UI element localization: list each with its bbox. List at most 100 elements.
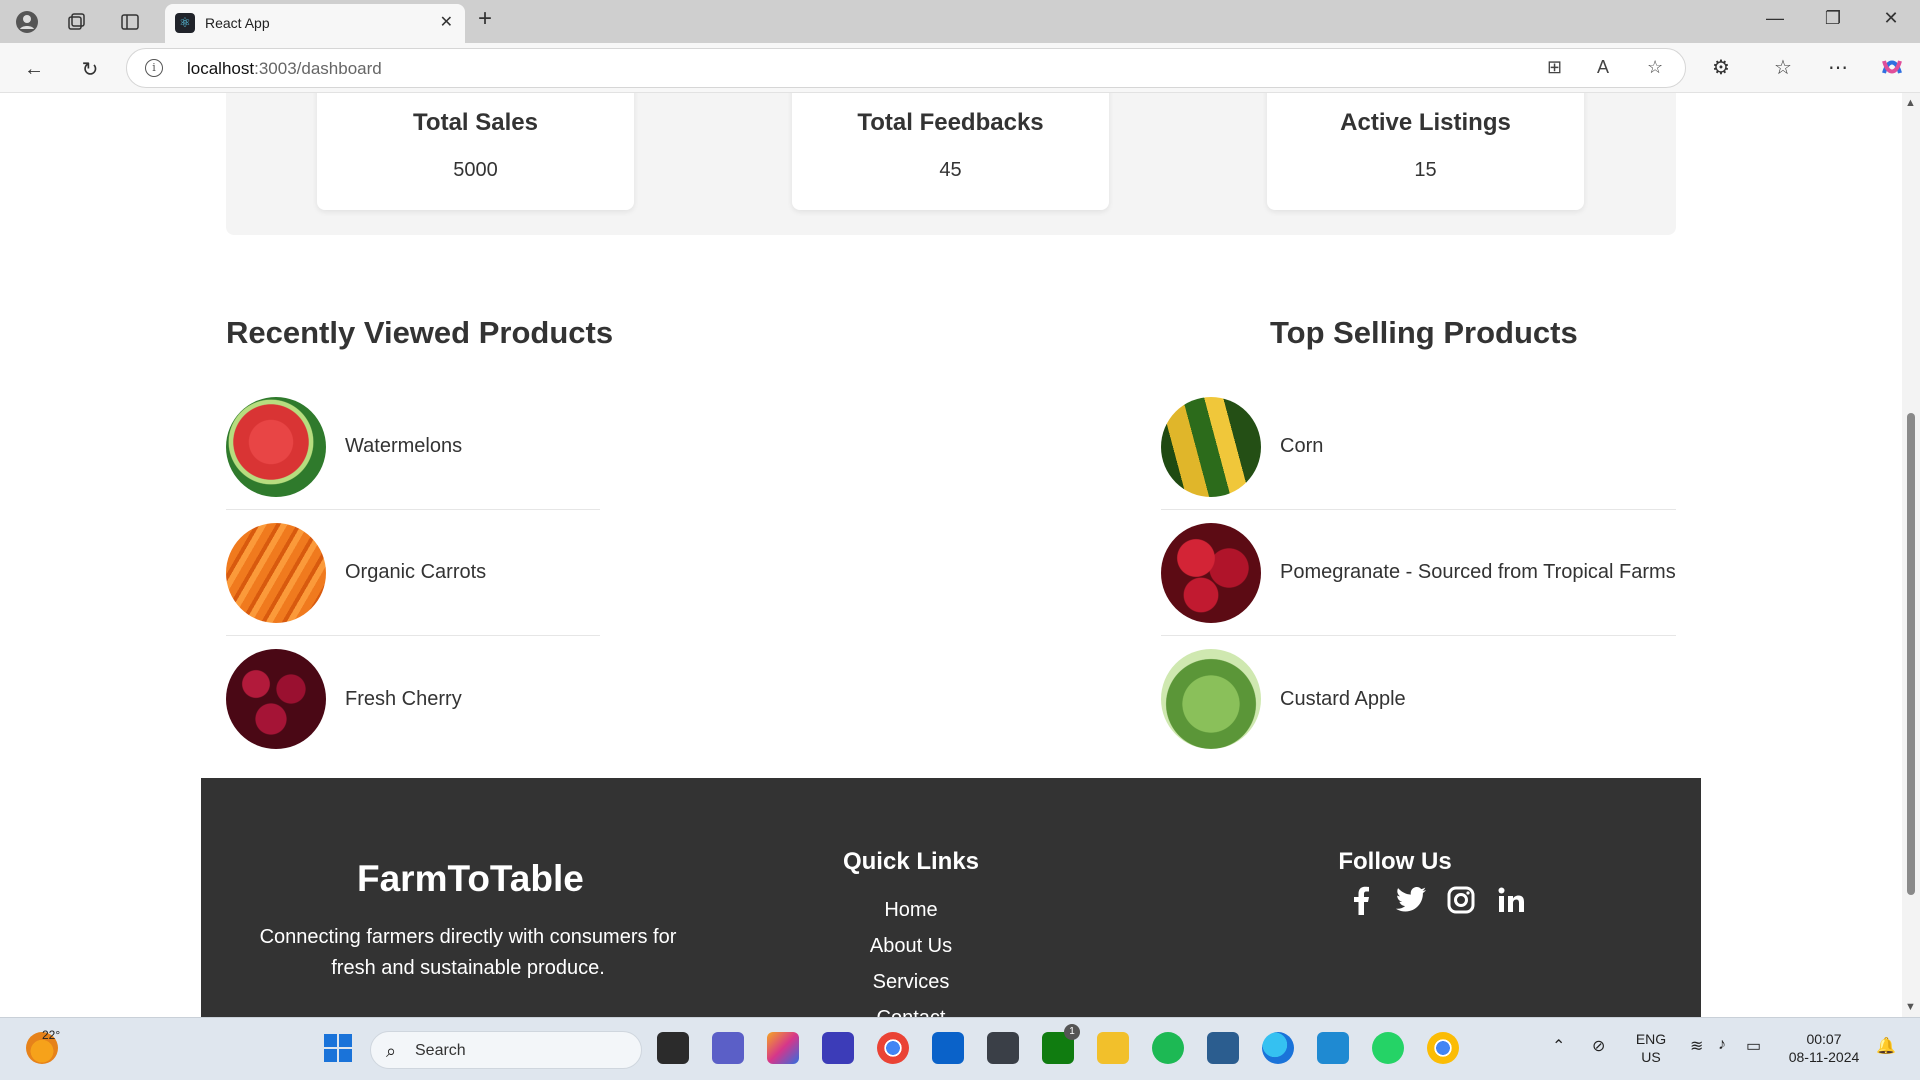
social-links	[1345, 884, 1527, 916]
stat-card-total-feedbacks: Total Feedbacks 45	[792, 93, 1109, 210]
list-item[interactable]: Custard Apple	[1161, 636, 1676, 762]
scroll-thumb[interactable]	[1907, 413, 1915, 895]
footer-tagline: Connecting farmers directly with consume…	[259, 926, 677, 979]
quick-links-title: Quick Links	[842, 848, 980, 875]
scroll-up-arrow-icon[interactable]: ▲	[1905, 97, 1916, 109]
address-bar[interactable]: i localhost:3003/dashboard ⊞ A ☆	[126, 48, 1686, 88]
stat-label: Total Feedbacks	[857, 109, 1044, 136]
restore-icon[interactable]: ❐	[1818, 8, 1848, 29]
start-windows-icon[interactable]	[322, 1032, 354, 1064]
notification-bell-icon[interactable]: 🔔	[1876, 1036, 1896, 1056]
footer-link-about[interactable]: About Us	[761, 928, 1061, 964]
app-icon[interactable]	[822, 1032, 854, 1064]
close-window-icon[interactable]: ✕	[1876, 8, 1906, 29]
refresh-icon[interactable]: ↻	[76, 55, 104, 83]
stat-card-active-listings: Active Listings 15	[1267, 93, 1584, 210]
footer-link-services[interactable]: Services	[761, 964, 1061, 1000]
favorites-icon[interactable]: ☆	[1774, 55, 1792, 80]
tab-actions-icon[interactable]	[114, 6, 146, 38]
workspaces-icon[interactable]	[60, 6, 92, 38]
list-item[interactable]: Corn	[1161, 384, 1676, 510]
browser-toolbar: ← ↻ i localhost:3003/dashboard ⊞ A ☆ ⚙ ☆…	[0, 43, 1920, 93]
extensions-icon[interactable]: ⚙	[1712, 55, 1730, 80]
notification-badge: 1	[1064, 1024, 1080, 1040]
site-info-icon[interactable]: i	[145, 59, 163, 77]
app-icon[interactable]	[987, 1032, 1019, 1064]
product-name: Custard Apple	[1280, 687, 1406, 710]
pomegranate-image	[1161, 522, 1261, 623]
language-indicator[interactable]: ENG US	[1634, 1030, 1668, 1066]
stat-card-total-sales: Total Sales 5000	[317, 93, 634, 210]
list-item[interactable]: Pomegranate - Sourced from Tropical Farm…	[1161, 510, 1676, 636]
vscode-icon[interactable]	[1317, 1032, 1349, 1064]
url-text[interactable]: localhost:3003/dashboard	[187, 59, 382, 79]
list-item[interactable]: Organic Carrots	[226, 510, 600, 636]
twitter-icon[interactable]	[1395, 884, 1427, 916]
product-name: Organic Carrots	[345, 561, 487, 583]
tab-title: React App	[205, 15, 270, 31]
taskbar-search[interactable]: ⌕ Search	[370, 1031, 642, 1069]
show-hidden-icons-icon[interactable]: ⌃	[1552, 1036, 1565, 1056]
weather-temperature: 22°	[42, 1028, 61, 1042]
recently-viewed-title: Recently Viewed Products	[226, 315, 614, 350]
facebook-icon[interactable]	[1345, 884, 1377, 916]
close-tab-icon[interactable]: ✕	[440, 12, 453, 32]
scroll-down-arrow-icon[interactable]: ▼	[1905, 1001, 1916, 1013]
search-icon: ⌕	[386, 1041, 397, 1061]
product-name: Fresh Cherry	[345, 687, 462, 710]
network-alert-icon[interactable]: ⊘	[1592, 1036, 1605, 1056]
stat-label: Active Listings	[1340, 109, 1511, 136]
stats-panel: Total Sales 5000 Total Feedbacks 45 Acti…	[226, 93, 1676, 235]
copilot-icon[interactable]	[1880, 55, 1904, 85]
top-selling-list: Corn Pomegranate - Sourced from Tropical…	[1161, 384, 1676, 762]
tab-react-app[interactable]: ⚛ React App ✕	[165, 4, 465, 43]
site-footer: FarmToTable Connecting farmers directly …	[201, 778, 1701, 1017]
app-icon[interactable]	[1207, 1032, 1239, 1064]
product-name: Pomegranate - Sourced from Tropical Farm…	[1280, 561, 1676, 583]
instagram-icon[interactable]	[1445, 884, 1477, 916]
stat-value: 15	[1414, 159, 1437, 181]
spotify-icon[interactable]	[1152, 1032, 1184, 1064]
list-item[interactable]: Watermelons	[226, 384, 600, 510]
quick-links: Home About Us Services Contact	[761, 892, 1061, 1017]
product-name: Watermelons	[345, 435, 463, 457]
vertical-scrollbar[interactable]: ▲ ▼	[1902, 93, 1920, 1017]
custard-apple-image	[1161, 649, 1261, 749]
windows-taskbar: 22° ⌕ Search 1 ⌃ ⊘ ENG US ≋ ♪ ▭ 00:07 08…	[0, 1017, 1920, 1080]
task-view-icon[interactable]	[657, 1032, 689, 1064]
recently-viewed-list: Watermelons Organic Carrots Fresh Cherry	[226, 384, 600, 762]
read-aloud-icon[interactable]: A	[1597, 57, 1609, 78]
footer-link-contact[interactable]: Contact	[761, 1000, 1061, 1017]
list-item[interactable]: Fresh Cherry	[226, 636, 600, 762]
file-explorer-icon[interactable]	[1097, 1032, 1129, 1064]
volume-icon[interactable]: ♪	[1718, 1036, 1726, 1054]
store-icon[interactable]	[932, 1032, 964, 1064]
battery-icon[interactable]: ▭	[1746, 1036, 1761, 1056]
favorite-star-icon[interactable]: ☆	[1647, 57, 1663, 78]
more-menu-icon[interactable]: ⋯	[1828, 55, 1848, 80]
edge-icon[interactable]	[1262, 1032, 1294, 1064]
copilot-app-icon[interactable]	[767, 1032, 799, 1064]
footer-link-home[interactable]: Home	[761, 892, 1061, 928]
whatsapp-icon[interactable]	[1372, 1032, 1404, 1064]
stat-label: Total Sales	[413, 109, 538, 136]
teams-icon[interactable]	[712, 1032, 744, 1064]
react-favicon-icon: ⚛	[175, 13, 195, 33]
chrome-icon[interactable]	[877, 1032, 909, 1064]
stat-value: 45	[939, 159, 962, 181]
linkedin-icon[interactable]	[1495, 884, 1527, 916]
profile-icon[interactable]	[11, 6, 43, 38]
chrome-icon[interactable]	[1427, 1032, 1459, 1064]
wifi-icon[interactable]: ≋	[1690, 1036, 1703, 1056]
top-selling-title: Top Selling Products	[1270, 315, 1578, 350]
new-tab-icon[interactable]: +	[478, 5, 492, 33]
back-arrow-icon[interactable]: ←	[20, 55, 48, 83]
page-viewport: Total Sales 5000 Total Feedbacks 45 Acti…	[0, 93, 1920, 1017]
app-available-icon[interactable]: ⊞	[1547, 57, 1562, 78]
watermelon-image	[226, 396, 326, 497]
minimize-icon[interactable]: —	[1760, 8, 1790, 29]
cherry-image	[226, 649, 326, 749]
product-name: Corn	[1280, 435, 1324, 457]
clock[interactable]: 00:07 08-11-2024	[1782, 1030, 1866, 1066]
stat-value: 5000	[453, 159, 498, 181]
